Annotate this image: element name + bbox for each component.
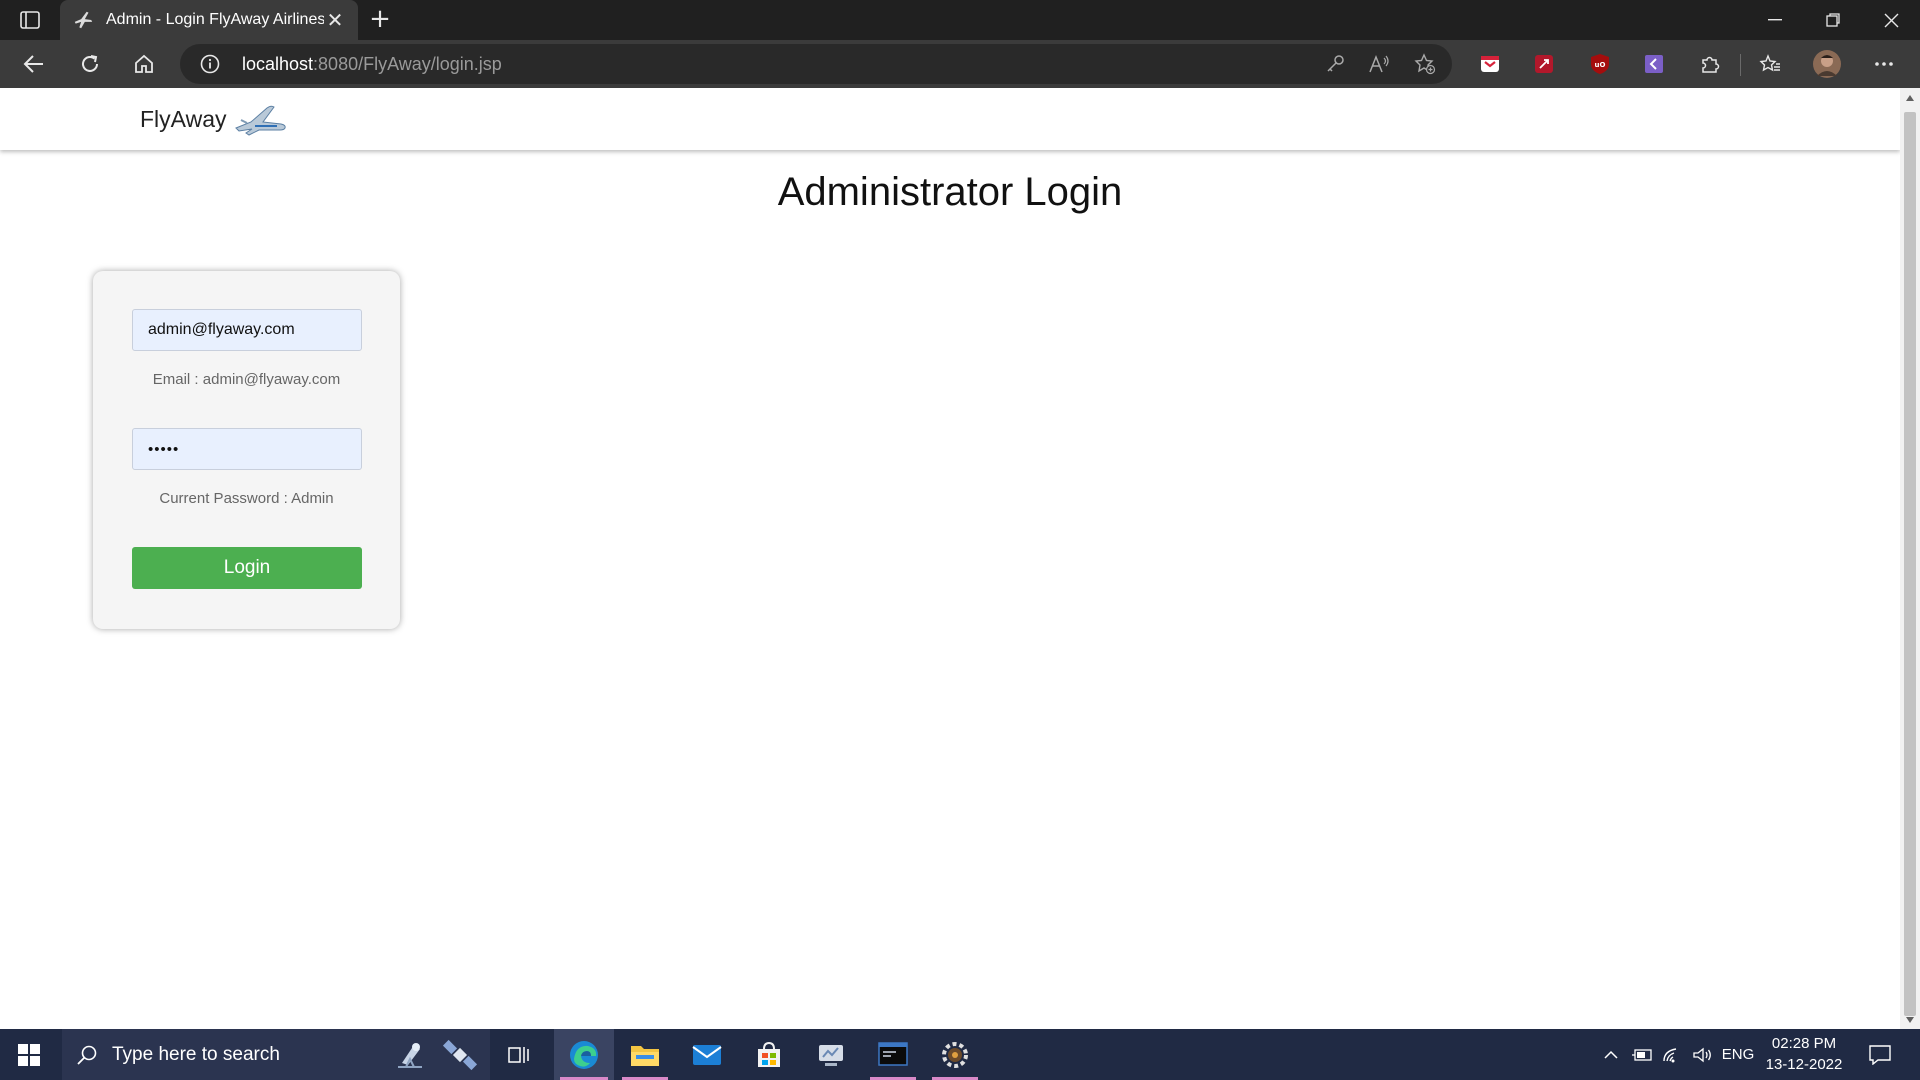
- plane-favicon-icon: [74, 11, 93, 29]
- svg-text:uO: uO: [1595, 61, 1606, 69]
- read-aloud-icon[interactable]: [1366, 52, 1392, 76]
- search-icon: [77, 1045, 97, 1065]
- rocket-extension-icon[interactable]: [1532, 52, 1556, 76]
- login-button[interactable]: Login: [132, 547, 362, 589]
- clock-time: 02:28 PM: [1771, 1035, 1837, 1052]
- site-info-icon[interactable]: [200, 54, 220, 74]
- brand-name: FlyAway: [140, 105, 227, 132]
- tab-title: Admin - Login FlyAway Airlines: [106, 11, 324, 28]
- favorites-icon[interactable]: [1758, 52, 1782, 76]
- pocket-extension-icon[interactable]: [1478, 52, 1502, 76]
- url-path: :8080/FlyAway/login.jsp: [313, 54, 502, 74]
- microsoft-store-icon[interactable]: [740, 1029, 798, 1080]
- new-tab-icon[interactable]: +: [364, 6, 396, 34]
- add-favorite-icon[interactable]: [1412, 52, 1438, 76]
- tab-close-icon[interactable]: ✕: [324, 8, 346, 33]
- search-highlight-telescope-icon: [398, 1043, 422, 1068]
- url-text[interactable]: localhost:8080/FlyAway/login.jsp: [242, 54, 502, 75]
- url-host: localhost: [242, 54, 314, 74]
- back-icon[interactable]: [16, 48, 52, 80]
- volume-icon[interactable]: [1688, 1029, 1716, 1080]
- page-title: Administrator Login: [777, 170, 1123, 214]
- brand-link[interactable]: FlyAway: [140, 102, 287, 136]
- key-icon[interactable]: [1322, 52, 1348, 76]
- windows-taskbar: Type here to search ENG 02:28 PM 13-12-2…: [0, 1029, 1920, 1080]
- browser-toolbar: localhost:8080/FlyAway/login.jsp uO: [0, 40, 1920, 88]
- tab-actions-icon[interactable]: [14, 8, 46, 32]
- browser-tab[interactable]: Admin - Login FlyAway Airlines ✕: [60, 0, 358, 40]
- wifi-icon[interactable]: [1658, 1029, 1686, 1080]
- login-card: admin@flyaway.com Email : admin@flyaway.…: [93, 271, 400, 629]
- password-field[interactable]: •••••: [132, 428, 362, 470]
- minimize-icon[interactable]: [1746, 0, 1804, 40]
- workbench-app-icon[interactable]: [802, 1029, 860, 1080]
- scrollbar-thumb[interactable]: [1904, 112, 1916, 1016]
- windows-start-icon[interactable]: [0, 1029, 58, 1080]
- extensions-puzzle-icon[interactable]: [1698, 52, 1722, 76]
- ublock-extension-icon[interactable]: uO: [1588, 52, 1612, 76]
- task-view-icon[interactable]: [490, 1029, 548, 1080]
- taskbar-search-box[interactable]: Type here to search: [62, 1029, 490, 1080]
- battery-icon[interactable]: [1628, 1029, 1656, 1080]
- refresh-icon[interactable]: [72, 48, 108, 80]
- search-placeholder: Type here to search: [112, 1043, 280, 1065]
- show-hidden-icons-icon[interactable]: [1598, 1029, 1624, 1080]
- settings-gear-app-icon[interactable]: [926, 1029, 984, 1080]
- search-highlight-satellite-icon: [442, 1039, 478, 1071]
- mysql-client-icon[interactable]: [864, 1029, 922, 1080]
- taskbar-clock[interactable]: 02:28 PM 13-12-2022: [1762, 1033, 1846, 1075]
- notifications-icon[interactable]: [1862, 1029, 1898, 1080]
- file-explorer-icon[interactable]: [616, 1029, 674, 1080]
- profile-avatar[interactable]: [1812, 49, 1842, 79]
- email-field[interactable]: admin@flyaway.com: [132, 309, 362, 351]
- site-navbar: FlyAway: [0, 88, 1900, 150]
- edge-taskbar-icon[interactable]: [554, 1029, 614, 1080]
- password-hint: Current Password : Admin: [159, 490, 334, 507]
- toolbar-separator: [1740, 54, 1741, 76]
- email-hint: Email : admin@flyaway.com: [152, 371, 341, 388]
- scroll-down-icon[interactable]: [1905, 1016, 1915, 1024]
- mail-icon[interactable]: [678, 1029, 736, 1080]
- browser-tab-bar: Admin - Login FlyAway Airlines ✕ +: [0, 0, 1920, 40]
- page-scrollbar[interactable]: [1900, 88, 1920, 1029]
- more-options-icon[interactable]: [1872, 52, 1896, 76]
- address-bar[interactable]: localhost:8080/FlyAway/login.jsp: [180, 44, 1452, 84]
- airplane-icon: [234, 105, 286, 136]
- clock-date: 13-12-2022: [1765, 1056, 1843, 1073]
- page-viewport: FlyAway Administrator Login admin@flyawa…: [0, 88, 1900, 1029]
- scroll-up-icon[interactable]: [1905, 94, 1915, 102]
- restore-icon[interactable]: [1804, 0, 1862, 40]
- close-window-icon[interactable]: [1862, 0, 1920, 40]
- bookmark-extension-icon[interactable]: [1642, 52, 1666, 76]
- home-icon[interactable]: [126, 48, 162, 80]
- language-indicator[interactable]: ENG: [1718, 1029, 1758, 1080]
